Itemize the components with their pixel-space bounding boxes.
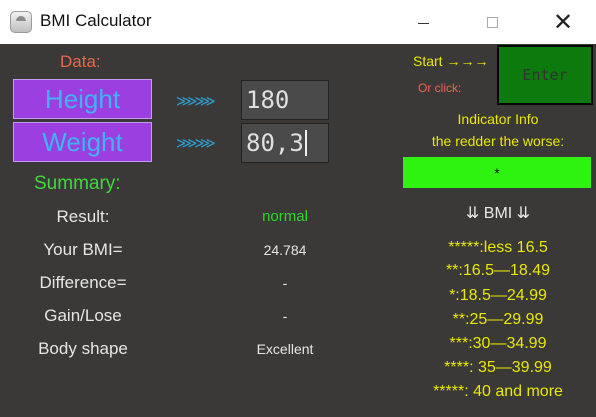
height-input-value: 180 [246,86,290,114]
bmi-scale-item: **:16.5—18.49 [445,262,551,279]
text-caret [304,130,307,156]
bmi-indicator-bar: * [403,157,591,188]
weight-arrows-icon: ⋙⋙ [176,134,216,152]
difference-label: Difference= [39,273,127,292]
bmi-scale-item: ***:30—34.99 [449,335,547,352]
gain-lose-label: Gain/Lose [44,306,122,325]
close-icon: ✕ [552,8,574,36]
bmi-label: Your BMI= [43,240,123,259]
maximize-button[interactable] [469,0,515,44]
body-shape-label: Body shape [38,339,128,358]
indicator-info-subtitle: the redder the worse: [431,133,565,149]
body-shape-value: Excellent [256,341,314,357]
bmi-scale-header: ⇊ BMI ⇊ [465,205,531,222]
bmi-scale-item: *****: 40 and more [433,383,563,400]
data-label: Data: [60,52,101,71]
enter-button[interactable]: Enter [497,45,593,105]
or-click-label: Or click: [418,81,462,95]
height-button[interactable]: Height [13,79,152,119]
gain-lose-value: - [282,308,288,324]
weight-input-value: 80,3 [246,129,304,157]
bmi-scale-item: *:18.5—24.99 [449,287,547,304]
bmi-value: 24.784 [263,242,307,258]
title-bar: BMI Calculator ✕ [0,0,596,44]
weight-button[interactable]: Weight [13,122,152,162]
result-value: normal [262,208,308,225]
minimize-button[interactable] [400,0,446,44]
height-input[interactable]: 180 [241,80,329,120]
summary-title: Summary: [34,173,121,194]
start-label: Start →→→ [413,53,489,69]
difference-value: - [282,275,288,291]
bmi-scale-item: *****:less 16.5 [448,239,548,256]
minimize-icon [417,22,429,24]
result-label: Result: [56,207,110,226]
indicator-info-title: Indicator Info [457,111,539,127]
maximize-icon [486,16,498,28]
close-button[interactable]: ✕ [540,0,586,44]
height-arrows-icon: ⋙⋙ [176,92,216,110]
app-icon [10,11,32,33]
weight-input[interactable]: 80,3 [241,123,329,163]
bmi-scale-item: **:25—29.99 [452,311,544,328]
bmi-scale-item: ****: 35—39.99 [444,359,552,376]
window-title: BMI Calculator [40,11,152,30]
